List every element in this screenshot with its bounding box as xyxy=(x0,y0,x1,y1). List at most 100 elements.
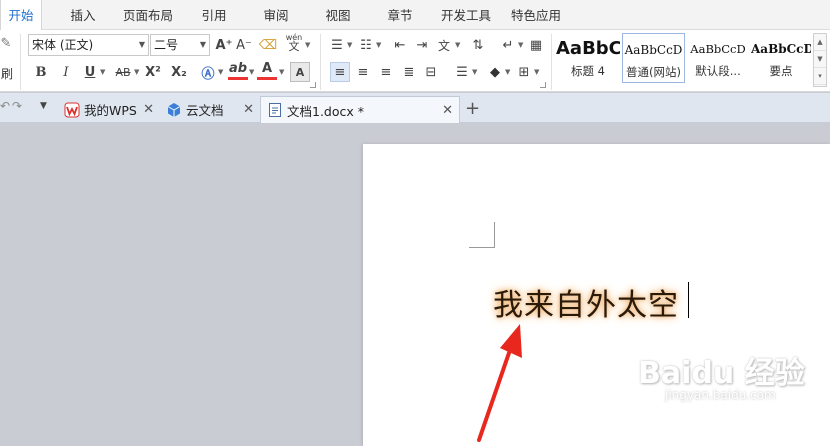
font-name-value: 宋体 (正文) xyxy=(32,38,94,52)
chevron-down-icon[interactable]: ▼ xyxy=(814,51,826,68)
numbering-icon[interactable]: ☷ xyxy=(356,35,376,55)
annotation-arrow xyxy=(477,324,522,442)
style-sample: AaBbCcD xyxy=(624,43,683,57)
increase-indent-icon[interactable]: ⇥ xyxy=(412,35,432,55)
style-name: 标题 4 xyxy=(571,64,605,78)
menu-tab-review[interactable]: 审阅 xyxy=(254,0,298,30)
shading-fill-icon[interactable]: ◆ xyxy=(485,62,505,82)
borders-icon[interactable]: ⊞ xyxy=(514,62,534,82)
menu-tab-special[interactable]: 特色应用 xyxy=(506,0,566,30)
paragraph-dialog-launcher[interactable] xyxy=(540,82,546,88)
chinese-layout-icon[interactable]: 文 xyxy=(434,35,454,55)
clear-format-icon[interactable]: ⌫ xyxy=(258,35,278,55)
font-color-button[interactable]: A xyxy=(257,60,277,80)
chevron-down-icon[interactable]: ▼ xyxy=(249,68,254,76)
strikethrough-button[interactable]: AB xyxy=(110,62,136,82)
chevron-down-icon[interactable]: ▼ xyxy=(534,68,539,76)
grow-font-button[interactable]: A⁺ xyxy=(214,35,234,55)
phonetic-guide-button[interactable]: wén 文 xyxy=(284,32,304,52)
subscript-button[interactable]: X₂ xyxy=(168,62,190,82)
tab-document1[interactable]: 文档1.docx * ✕ xyxy=(260,96,460,123)
align-center-button[interactable]: ≡ xyxy=(353,62,373,82)
style-name: 普通(网站) xyxy=(626,65,681,79)
chevron-down-icon[interactable]: ▼ xyxy=(279,68,284,76)
baidu-watermark: Baidu 经验 xyxy=(638,356,805,391)
font-dialog-launcher[interactable] xyxy=(310,82,316,88)
chevron-down-icon[interactable]: ▼ xyxy=(472,68,477,76)
line-spacing-icon[interactable]: ☰ xyxy=(452,62,472,82)
wps-logo-icon xyxy=(64,102,80,118)
menu-tab-home[interactable]: 开始 xyxy=(0,0,42,31)
tab-my-wps[interactable]: 我的WPS ✕ xyxy=(58,96,160,123)
margin-corner-mark xyxy=(469,222,495,248)
chevron-down-icon[interactable]: ▼ xyxy=(305,41,310,49)
menu-tab-developer[interactable]: 开发工具 xyxy=(436,0,496,30)
show-marks-icon[interactable]: ↵ xyxy=(498,35,518,55)
table-grid-icon[interactable]: ▦ xyxy=(526,35,546,55)
style-key-point[interactable]: AaBbCcD 要点 xyxy=(751,33,811,83)
chevron-down-icon[interactable]: ▼ xyxy=(100,68,105,76)
sort-icon[interactable]: ⇅ xyxy=(468,35,488,55)
cloud-cube-icon xyxy=(166,102,182,118)
font-size-combo[interactable]: 二号 ▼ xyxy=(150,34,210,56)
text-effect-icon[interactable]: Ⓐ xyxy=(198,62,218,82)
document-tab-strip: ↶ ↷ ▼ 我的WPS ✕ 云文档 ✕ 文档1.docx * ✕ + xyxy=(0,93,830,123)
chevron-down-icon[interactable]: ▼ xyxy=(218,68,223,76)
decrease-indent-icon[interactable]: ⇤ xyxy=(390,35,410,55)
add-tab-button[interactable]: + xyxy=(465,98,480,119)
align-right-button[interactable]: ≡ xyxy=(376,62,396,82)
redo-icon[interactable]: ↷ xyxy=(12,99,22,113)
chevron-down-icon[interactable]: ▼ xyxy=(505,68,510,76)
menu-tab-view[interactable]: 视图 xyxy=(316,0,360,30)
style-default-paragraph[interactable]: AaBbCcD 默认段... xyxy=(688,33,748,83)
format-painter-label[interactable]: 刷 xyxy=(0,64,14,82)
style-gallery-scroll[interactable]: ▲ ▼ ▾ xyxy=(813,33,827,87)
ribbon-separator xyxy=(20,34,21,90)
menu-bar: 开始 插入 页面布局 引用 审阅 视图 章节 开发工具 特色应用 xyxy=(0,0,830,31)
style-name: 要点 xyxy=(769,64,793,78)
ribbon-separator xyxy=(320,34,321,90)
close-icon[interactable]: ✕ xyxy=(243,102,254,117)
ribbon-separator xyxy=(551,34,552,90)
tab-cloud-docs[interactable]: 云文档 ✕ xyxy=(160,96,260,123)
chevron-down-icon[interactable]: ▼ xyxy=(347,41,352,49)
chevron-down-icon: ▼ xyxy=(199,40,206,49)
undo-icon[interactable]: ↶ xyxy=(0,99,10,113)
menu-tab-insert[interactable]: 插入 xyxy=(60,0,106,30)
bullets-icon[interactable]: ☰ xyxy=(327,35,347,55)
style-heading-4[interactable]: AaBbC 标题 4 xyxy=(556,33,620,83)
chevron-down-icon[interactable]: ▼ xyxy=(518,41,523,49)
distribute-button[interactable]: ⊟ xyxy=(421,62,441,82)
bold-button[interactable]: B xyxy=(31,62,51,82)
char-shading-button[interactable]: A xyxy=(290,62,310,82)
chevron-down-icon[interactable]: ▼ xyxy=(134,68,139,76)
menu-tab-references[interactable]: 引用 xyxy=(192,0,236,30)
style-sample: AaBbCcD xyxy=(690,42,746,56)
underline-button[interactable]: U xyxy=(80,62,100,82)
style-sample: AaBbC xyxy=(556,38,620,59)
tab-label: 云文档 xyxy=(186,103,224,118)
style-normal-web[interactable]: AaBbCcD 普通(网站) xyxy=(622,33,685,83)
chevron-down-icon[interactable]: ▼ xyxy=(455,41,460,49)
chevron-down-icon[interactable]: ▼ xyxy=(376,41,381,49)
format-painter-icon[interactable]: ✎ xyxy=(0,34,12,52)
text-caret xyxy=(688,282,689,318)
chevron-down-icon[interactable]: ▼ xyxy=(40,101,47,111)
shrink-font-button[interactable]: A⁻ xyxy=(234,35,254,55)
tab-label: 我的WPS xyxy=(84,103,137,118)
menu-tab-page-layout[interactable]: 页面布局 xyxy=(118,0,178,30)
font-name-combo[interactable]: 宋体 (正文) ▼ xyxy=(28,34,149,56)
superscript-button[interactable]: X² xyxy=(142,62,164,82)
highlight-button[interactable]: ab xyxy=(228,60,248,80)
more-styles-icon[interactable]: ▾ xyxy=(814,68,826,85)
close-icon[interactable]: ✕ xyxy=(442,103,453,118)
ribbon: ✎ 刷 宋体 (正文) ▼ 二号 ▼ A⁺ A⁻ ⌫ wén 文 ▼ B I U… xyxy=(0,30,830,92)
justify-button[interactable]: ≣ xyxy=(399,62,419,82)
font-size-value: 二号 xyxy=(154,38,179,52)
chevron-down-icon: ▼ xyxy=(138,40,145,49)
close-icon[interactable]: ✕ xyxy=(143,102,154,117)
chevron-up-icon[interactable]: ▲ xyxy=(814,34,826,51)
menu-tab-chapter[interactable]: 章节 xyxy=(378,0,422,30)
italic-button[interactable]: I xyxy=(56,62,76,82)
align-left-button[interactable]: ≡ xyxy=(330,62,350,82)
